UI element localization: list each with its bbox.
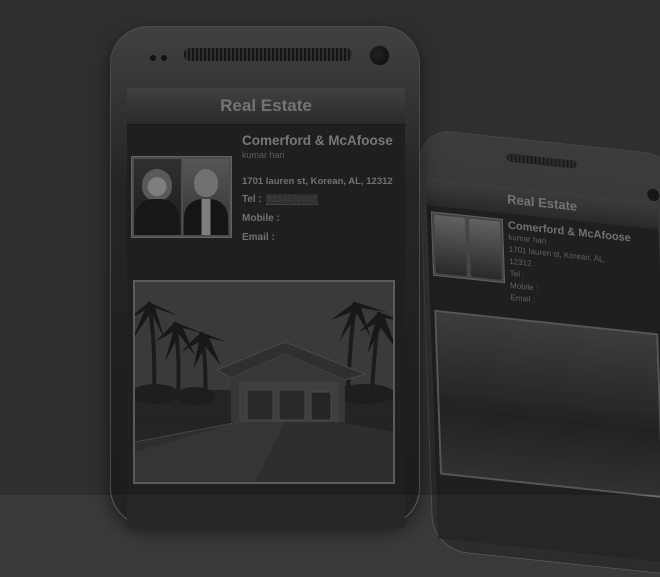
phone-screen: Real Estate Comerford & McAfoose kumar h… bbox=[127, 88, 405, 528]
agent-photo-woman bbox=[134, 159, 181, 235]
tel-link[interactable]: 9234570002 bbox=[265, 194, 318, 205]
back-agent-info: Comerford & McAfoose kumar hari 1701 lau… bbox=[508, 220, 634, 317]
agent-photos bbox=[131, 156, 232, 238]
mobile-label: Mobile : bbox=[242, 213, 280, 224]
front-phone-device: Real Estate Comerford & McAfoose kumar h… bbox=[110, 26, 420, 528]
speaker-icon bbox=[184, 48, 352, 61]
email-row: Email : bbox=[242, 230, 402, 245]
back-phone-screen: Real Estate Comerford & McAfoose kumar h… bbox=[425, 176, 660, 563]
agent-info: Comerford & McAfoose kumar hari 1701 lau… bbox=[242, 133, 402, 245]
sensor-dots-icon bbox=[150, 55, 167, 61]
back-agent-photos bbox=[430, 211, 506, 284]
agent-name: kumar hari bbox=[242, 150, 285, 160]
tel-label: Tel : bbox=[242, 194, 262, 205]
agent-address: 1701 lauren st, Korean, AL, 12312 bbox=[242, 176, 393, 187]
house-photo[interactable] bbox=[133, 280, 395, 484]
tel-row: Tel : 9234570002 bbox=[242, 192, 402, 207]
back-phone-device: Real Estate Comerford & McAfoose kumar h… bbox=[418, 128, 660, 577]
house-illustration bbox=[135, 282, 393, 482]
company-name: Comerford & McAfoose bbox=[242, 133, 393, 148]
back-speaker-icon bbox=[506, 153, 577, 169]
agent-photo-man bbox=[182, 159, 229, 235]
back-house-photo bbox=[434, 309, 660, 499]
title-bar: Real Estate bbox=[127, 88, 405, 125]
camera-icon bbox=[369, 45, 390, 66]
email-label: Email : bbox=[242, 232, 275, 243]
app-title: Real Estate bbox=[220, 96, 312, 115]
mobile-row: Mobile : bbox=[242, 211, 402, 226]
agent-contact-block: Comerford & McAfoose kumar hari 1701 lau… bbox=[127, 125, 405, 265]
